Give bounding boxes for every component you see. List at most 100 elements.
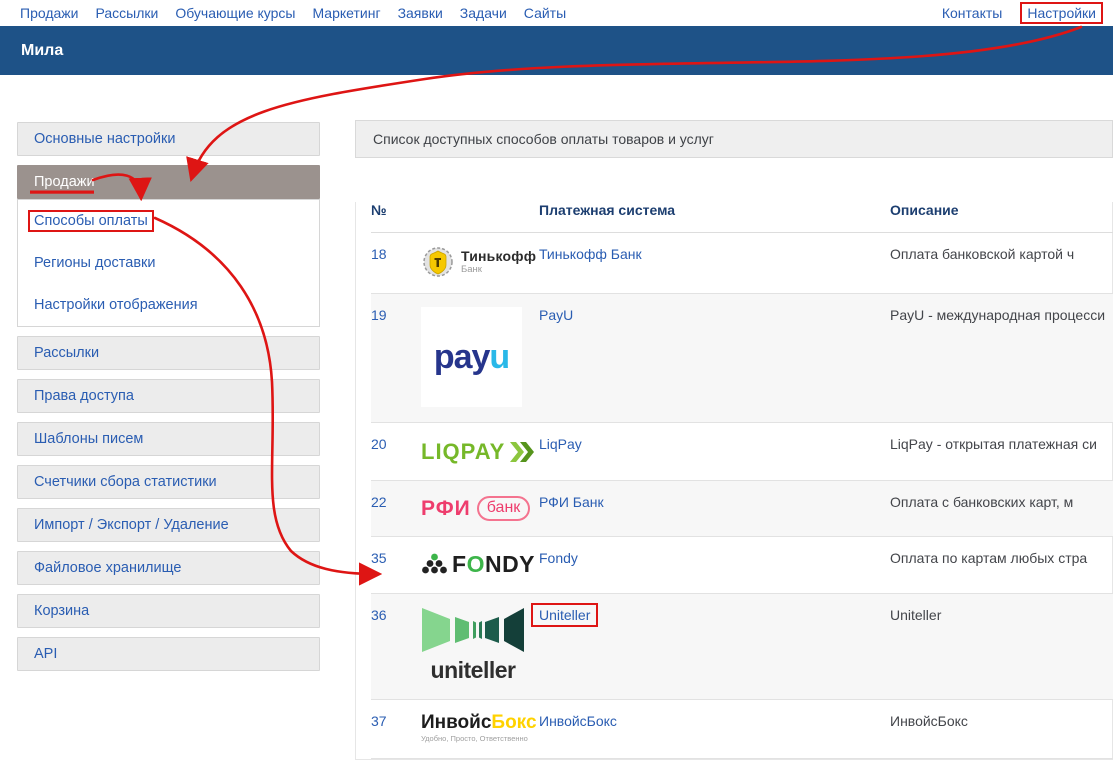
payment-name-link[interactable]: ИнвойсБокс: [539, 713, 617, 729]
tinkoff-crest-icon: [423, 247, 453, 277]
payment-logo-cell: pay u: [421, 293, 539, 423]
fondy-dots-icon: [422, 553, 447, 573]
payment-number-link[interactable]: 19: [371, 307, 387, 323]
payment-name-link[interactable]: Fondy: [539, 550, 578, 566]
table-header-row: № Платежная система Описание: [371, 202, 1113, 233]
sidebar-subitem[interactable]: Способы оплаты: [18, 200, 319, 242]
sidebar-item[interactable]: API: [17, 637, 320, 671]
top-nav-link[interactable]: Продажи: [20, 5, 78, 21]
top-nav-link[interactable]: Обучающие курсы: [175, 5, 295, 21]
tinkoff-logo: Тинькофф Банк: [421, 246, 539, 278]
top-nav-link[interactable]: Заявки: [398, 5, 443, 21]
uniteller-logo: uniteller: [421, 607, 525, 684]
table-row: 19 pay u PayU PayU - международная процесси: [371, 293, 1113, 423]
payment-number-link[interactable]: 36: [371, 607, 387, 623]
top-nav-left: Продажи Рассылки Обучающие курсы Маркетинг З…: [20, 5, 583, 21]
payment-logo-cell: РФИ банк: [421, 480, 539, 537]
liqpay-logo: LIQPAY: [421, 439, 539, 465]
rfi-logo-part1: РФИ: [421, 496, 471, 520]
payment-name-cell: Uniteller: [531, 593, 890, 700]
sidebar-item-label: Шаблоны писем: [34, 431, 144, 447]
top-nav-right: Контакты Настройки: [924, 2, 1105, 24]
panel-title: Список доступных способов оплаты товаров…: [373, 131, 714, 147]
payment-number-link[interactable]: 20: [371, 436, 387, 452]
sidebar-item[interactable]: Импорт / Экспорт / Удаление: [17, 508, 320, 542]
payment-number-link[interactable]: 37: [371, 713, 387, 729]
sidebar-item[interactable]: Права доступа: [17, 379, 320, 413]
sidebar-item-label: Рассылки: [34, 345, 100, 361]
table-row: 36 uniteller Uniteller Uniteller: [371, 593, 1113, 700]
payment-name-cell: ИнвойсБокс: [539, 699, 890, 759]
sidebar-item-label: Корзина: [34, 603, 90, 619]
payment-number-link[interactable]: 22: [371, 494, 387, 510]
payment-name-link[interactable]: LiqPay: [539, 436, 582, 452]
sidebar-subitem[interactable]: Настройки отображения: [18, 284, 319, 326]
table-row: 20 LIQPAY LiqPay LiqPay - открытая платежна…: [371, 422, 1113, 481]
sidebar-item[interactable]: Продажи: [17, 165, 320, 199]
payu-logo-part1: pay: [433, 337, 491, 376]
sidebar-item[interactable]: Рассылки: [17, 336, 320, 370]
payment-logo-cell: ИнвойсБокс Удобно, Просто, Ответственно: [421, 699, 539, 759]
payment-number-cell: 35: [371, 536, 421, 594]
payment-logo-cell: LIQPAY: [421, 422, 539, 481]
table-column-header: Платежная система: [539, 202, 890, 233]
contacts-nav-link[interactable]: Контакты: [942, 5, 1002, 21]
top-nav-link[interactable]: Маркетинг: [312, 5, 380, 21]
sidebar-item[interactable]: Основные настройки: [17, 122, 320, 156]
payment-description-cell: PayU - международная процесси: [890, 293, 1113, 423]
fondy-logo-o: O: [466, 551, 485, 577]
sidebar-subitem-label: Настройки отображения: [34, 297, 198, 313]
settings-sidebar: Основные настройки Продажи Способы оплаты Р…: [17, 122, 320, 680]
sidebar-item-label: Основные настройки: [34, 131, 176, 147]
sidebar-item[interactable]: Файловое хранилище: [17, 551, 320, 585]
table-row: 22 РФИ банк РФИ Банк Оплата с банковских кар…: [371, 480, 1113, 537]
liqpay-logo-text: LIQPAY: [421, 439, 506, 464]
rfi-bank-logo: РФИ банк: [421, 496, 539, 521]
invoicebox-logo: ИнвойсБокс Удобно, Просто, Ответственно: [421, 713, 539, 743]
payment-description-cell: ИнвойсБокс: [890, 699, 1113, 759]
payment-name-cell: Fondy: [539, 536, 890, 594]
payment-logo-cell: uniteller: [421, 593, 539, 700]
payment-name-link[interactable]: PayU: [539, 307, 573, 323]
table-row: 35 FONDY Fondy Оплата по картам любых стра: [371, 536, 1113, 594]
payment-number-cell: 20: [371, 422, 421, 481]
payment-number-link[interactable]: 18: [371, 246, 387, 262]
payment-methods-table: № Платежная система Описание 18 Тинькофф Бан…: [371, 202, 1113, 759]
sidebar-subitem[interactable]: Регионы доставки: [18, 242, 319, 284]
sidebar-subitem-label: Способы оплаты: [28, 210, 154, 232]
table-column-header: Описание: [890, 202, 1113, 233]
uniteller-logo-text: uniteller: [430, 657, 516, 683]
liqpay-chevrons-icon: [510, 442, 535, 462]
top-nav-link[interactable]: Задачи: [460, 5, 507, 21]
sidebar-item-label: Файловое хранилище: [34, 560, 182, 576]
sidebar-item[interactable]: Счетчики сбора статистики: [17, 465, 320, 499]
rfi-logo-part2: банк: [476, 496, 531, 521]
settings-nav-link[interactable]: Настройки: [1020, 2, 1103, 24]
sidebar-item-label: Счетчики сбора статистики: [34, 474, 217, 490]
invoicebox-logo-text: ИнвойсБокс: [421, 713, 539, 732]
table-column-header: №: [371, 202, 421, 233]
site-title: Мила: [21, 41, 64, 59]
sidebar-item-label: API: [34, 646, 58, 662]
sidebar-item[interactable]: Корзина: [17, 594, 320, 628]
fondy-logo-ndy: NDY: [484, 551, 536, 577]
top-nav-link[interactable]: Сайты: [524, 5, 566, 21]
payment-name-link[interactable]: Тинькофф Банк: [539, 246, 642, 262]
payment-number-link[interactable]: 35: [371, 550, 387, 566]
top-nav-link[interactable]: Рассылки: [95, 5, 158, 21]
sidebar-item[interactable]: Шаблоны писем: [17, 422, 320, 456]
table-row: 18 Тинькофф Банк Тинькофф Банк Оплата банков…: [371, 232, 1113, 294]
payment-logo-cell: FONDY: [421, 536, 539, 594]
payment-name-link[interactable]: Uniteller: [531, 603, 599, 627]
payment-methods-panel: Список доступных способов оплаты товаров…: [355, 120, 1113, 760]
invoicebox-logo-part2: Бокс: [491, 712, 537, 733]
payment-description-cell: Оплата с банковских карт, м: [890, 480, 1113, 537]
payment-number-cell: 36: [371, 593, 421, 700]
payment-description-cell: LiqPay - открытая платежная си: [890, 422, 1113, 481]
sidebar-subitem-label: Регионы доставки: [34, 255, 156, 271]
payu-logo-part2: u: [489, 337, 510, 376]
sidebar-item-label: Импорт / Экспорт / Удаление: [34, 517, 229, 533]
payment-name-link[interactable]: РФИ Банк: [539, 494, 604, 510]
fondy-logo: FONDY: [421, 551, 539, 578]
payment-name-cell: LiqPay: [539, 422, 890, 481]
